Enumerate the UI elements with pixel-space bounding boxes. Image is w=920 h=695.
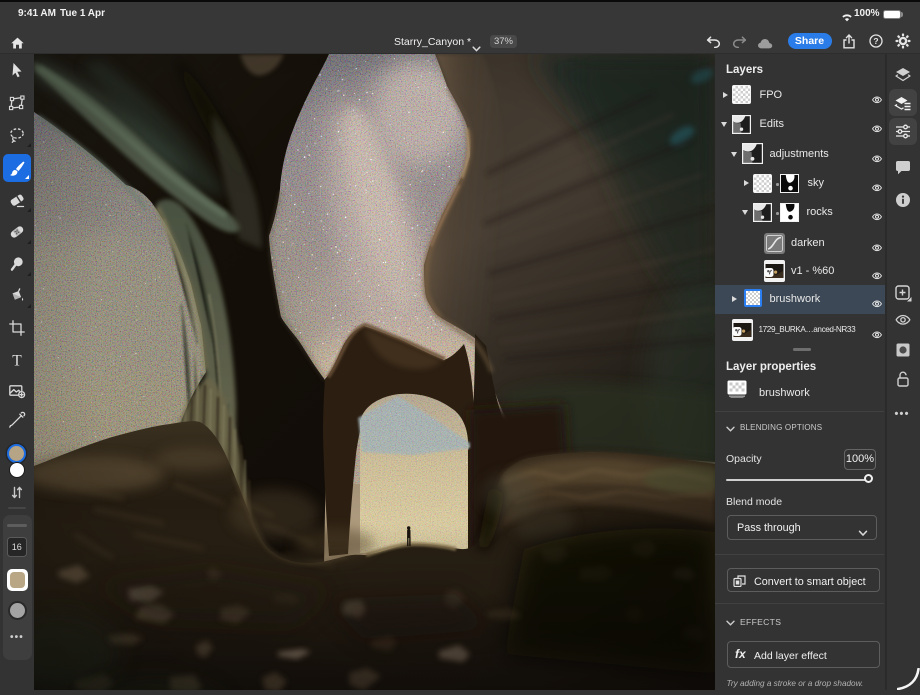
svg-text:T: T bbox=[12, 353, 22, 370]
svg-text:?: ? bbox=[873, 36, 878, 46]
